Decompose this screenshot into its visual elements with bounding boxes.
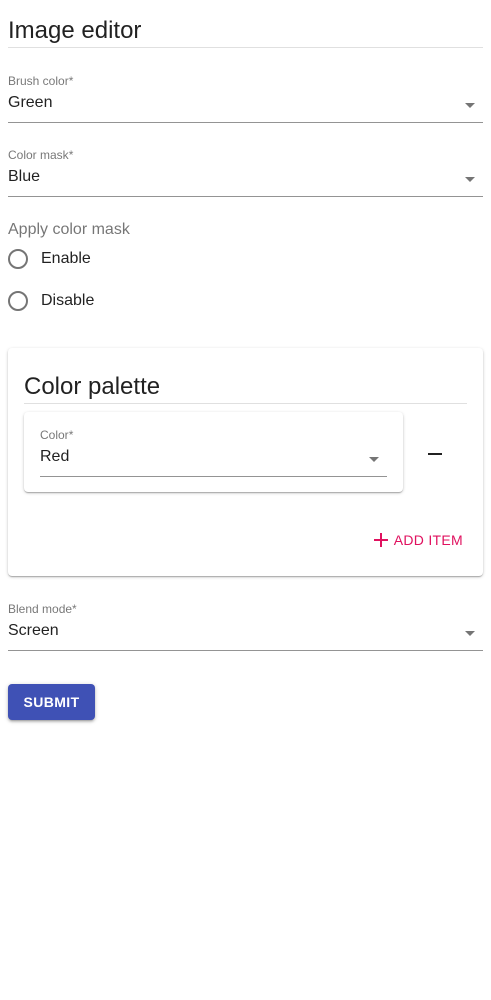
apply-color-mask-label: Apply color mask <box>8 221 130 238</box>
color-palette-card: Color palette Color* Red ADD ITEM <box>8 348 483 576</box>
palette-color-value: Red <box>40 448 70 465</box>
dropdown-arrow-icon <box>465 177 475 182</box>
palette-color-select[interactable]: Color* Red <box>40 428 387 477</box>
dropdown-arrow-icon <box>465 103 475 108</box>
add-item-label: ADD ITEM <box>393 532 463 548</box>
submit-button[interactable]: SUBMIT <box>8 684 95 720</box>
brush-color-value: Green <box>8 94 53 111</box>
dropdown-arrow-icon <box>465 631 475 636</box>
color-mask-select[interactable]: Color mask* Blue <box>8 148 483 197</box>
radio-enable[interactable]: Enable <box>8 248 91 270</box>
page-title: Image editor <box>8 17 142 44</box>
add-item-button[interactable]: ADD ITEM <box>373 532 463 548</box>
color-palette-title: Color palette <box>24 373 161 400</box>
blend-mode-value: Screen <box>8 622 59 639</box>
plus-icon <box>373 533 388 547</box>
palette-color-label: Color* <box>40 428 74 442</box>
image-editor-page: Image editor Brush color* Green Color ma… <box>0 0 491 1000</box>
title-divider <box>8 47 483 48</box>
brush-color-underline <box>8 122 483 123</box>
brush-color-select[interactable]: Brush color* Green <box>8 74 483 123</box>
blend-mode-label: Blend mode* <box>8 602 77 616</box>
radio-unchecked-icon <box>8 291 28 311</box>
radio-disable[interactable]: Disable <box>8 290 94 312</box>
dropdown-arrow-icon <box>369 457 379 462</box>
color-mask-label: Color mask* <box>8 148 74 162</box>
palette-color-underline <box>40 476 387 477</box>
radio-enable-label: Enable <box>41 250 91 267</box>
radio-disable-label: Disable <box>41 292 95 309</box>
color-palette-divider <box>24 403 467 404</box>
brush-color-label: Brush color* <box>8 74 74 88</box>
radio-unchecked-icon <box>8 249 28 269</box>
color-mask-value: Blue <box>8 168 41 185</box>
palette-item-card: Color* Red <box>24 412 403 492</box>
blend-mode-underline <box>8 650 483 651</box>
color-mask-underline <box>8 196 483 197</box>
blend-mode-select[interactable]: Blend mode* Screen <box>8 602 483 651</box>
minus-icon <box>428 453 442 455</box>
remove-item-button[interactable] <box>416 442 454 466</box>
